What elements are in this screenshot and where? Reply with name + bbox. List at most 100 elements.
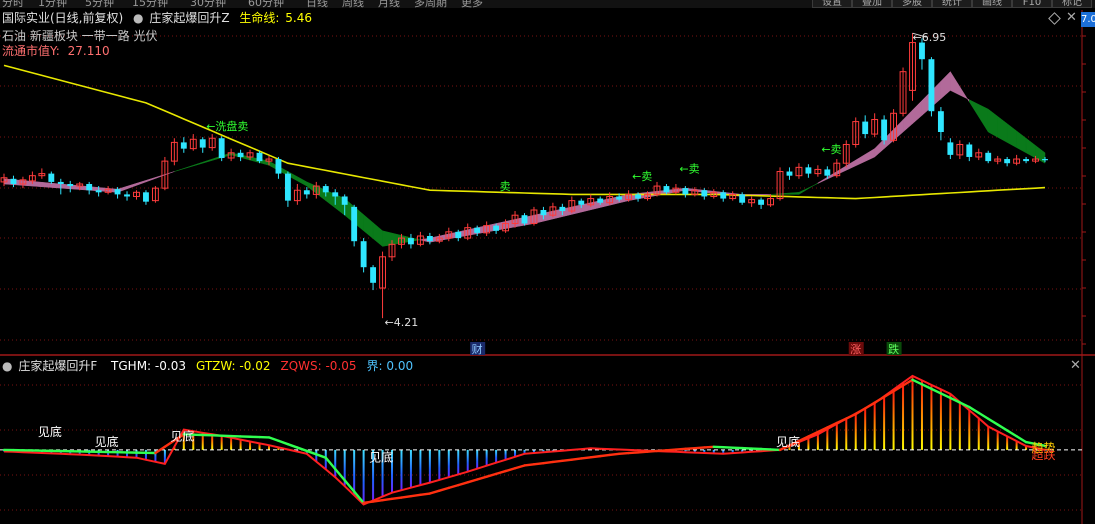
candle-body xyxy=(86,184,93,191)
indicator-line-green xyxy=(428,489,441,495)
histogram-bar xyxy=(249,441,252,450)
candle-body xyxy=(805,167,812,174)
ribbon-segment xyxy=(391,232,402,246)
candle-body xyxy=(474,227,481,233)
histogram-bar xyxy=(911,375,914,450)
candle-body xyxy=(114,189,121,195)
histogram-bar xyxy=(353,449,356,496)
indicator-line-green xyxy=(419,492,432,497)
candle-body xyxy=(256,152,263,162)
ribbon-segment xyxy=(193,161,203,167)
histogram-bar xyxy=(977,418,980,450)
candle-body xyxy=(862,121,869,135)
indicator-line-green xyxy=(674,447,687,451)
indicator-line-green xyxy=(324,456,337,471)
ribbon-segment xyxy=(760,194,771,196)
candle-body xyxy=(180,142,187,149)
histogram-bar xyxy=(239,439,242,450)
sub-value-2: ZQWS: -0.05 xyxy=(280,359,357,373)
ribbon-segment xyxy=(978,104,989,133)
indicator-line-green xyxy=(381,497,394,502)
indicator-dropdown-icon[interactable]: ● xyxy=(133,11,143,25)
histogram-bar xyxy=(968,410,971,450)
indicator-line-green xyxy=(646,449,659,453)
sell-annotation-2: ←卖 xyxy=(632,170,652,183)
histogram-bar xyxy=(996,431,999,450)
histogram-bar xyxy=(438,449,441,480)
ribbon-segment xyxy=(372,222,383,247)
ribbon-segment xyxy=(183,164,194,170)
indicator-line-green xyxy=(315,453,327,459)
indicator-line-green xyxy=(551,459,564,464)
histogram-bar xyxy=(816,434,819,450)
candle-body xyxy=(124,194,130,197)
histogram-bar xyxy=(457,449,460,475)
ribbon-segment xyxy=(940,71,951,100)
candle-body xyxy=(937,111,944,132)
indicator-line-green xyxy=(390,496,403,501)
sub-header: ● 庄家起爆回升F TGHM: -0.03 GTZW: -0.02 ZQWS: -0… xyxy=(2,358,425,374)
indicator-line-green xyxy=(286,442,299,449)
sub-label-4: 见底 xyxy=(776,434,800,449)
sub-indicator-name[interactable]: 庄家起爆回升F xyxy=(18,359,97,373)
ribbon-segment xyxy=(164,171,175,176)
candle-body xyxy=(616,196,623,200)
indicator-line-green xyxy=(400,494,413,499)
sell-annotation-3: ←卖 xyxy=(679,163,699,176)
sub-label-3: 见底 xyxy=(369,450,393,465)
candle-body xyxy=(947,142,954,155)
sub-label-2: 见底 xyxy=(170,429,194,444)
candle-body xyxy=(284,173,291,201)
candle-body xyxy=(370,267,377,283)
histogram-bar xyxy=(807,438,810,450)
candles-layer xyxy=(0,33,1048,319)
histogram-bar xyxy=(902,382,905,450)
ribbon-segment xyxy=(1016,130,1027,154)
indicator-line-green xyxy=(693,446,706,450)
ribbon-segment xyxy=(1006,123,1017,149)
indicator-line-green xyxy=(580,456,592,460)
sub-dropdown-icon[interactable]: ● xyxy=(2,359,12,373)
candle-body xyxy=(985,152,992,162)
indicator-line-green xyxy=(296,446,309,453)
indicator-line-green xyxy=(542,460,555,465)
histogram-bar xyxy=(144,449,147,460)
histogram-bar xyxy=(447,449,450,478)
indicator-line-green xyxy=(277,439,290,446)
candle-body xyxy=(351,206,358,242)
sell-annotation-0: ←洗盘卖 xyxy=(206,119,248,133)
ribbon-segment xyxy=(874,138,885,158)
candle-body xyxy=(966,144,973,157)
histogram-bar xyxy=(987,426,990,450)
ribbon-segment xyxy=(41,181,52,188)
ribbon-segment xyxy=(136,180,147,186)
sub-values: TGHM: -0.03 GTZW: -0.02 ZQWS: -0.05 界: 0.00 xyxy=(107,359,419,373)
candle-body xyxy=(1004,159,1011,164)
event-mark-2: 跌 xyxy=(888,342,899,356)
indicator-line-green xyxy=(873,395,886,404)
candle-body xyxy=(559,206,566,212)
high-label: ←6.95 xyxy=(913,31,947,44)
lifeline-layer xyxy=(3,64,1046,200)
sell-annotation-4: ←卖 xyxy=(821,143,841,156)
candle-body xyxy=(786,171,793,176)
candle-body xyxy=(95,190,102,193)
ribbon-segment xyxy=(855,153,866,167)
candle-body xyxy=(275,159,282,174)
ribbon-segment xyxy=(32,181,43,188)
indicator-line-green xyxy=(475,475,488,481)
main-indicator-name[interactable]: 庄家起爆回升Z xyxy=(149,11,229,25)
indicator-line-green xyxy=(655,449,668,453)
ribbon-segment xyxy=(202,158,213,164)
candle-body xyxy=(682,188,689,195)
stock-name[interactable]: 国际实业(日线,前复权) xyxy=(2,11,123,25)
candle-body xyxy=(701,190,708,197)
candle-body xyxy=(597,198,604,203)
candle-body xyxy=(720,192,727,199)
indicator-line-green xyxy=(996,423,1009,432)
close-icon[interactable]: ✕ xyxy=(1066,10,1077,25)
sub-close-icon[interactable]: ✕ xyxy=(1070,358,1081,373)
histogram-bar xyxy=(939,389,942,450)
indicator-line-green xyxy=(987,417,999,426)
ribbon-segment xyxy=(836,165,847,176)
